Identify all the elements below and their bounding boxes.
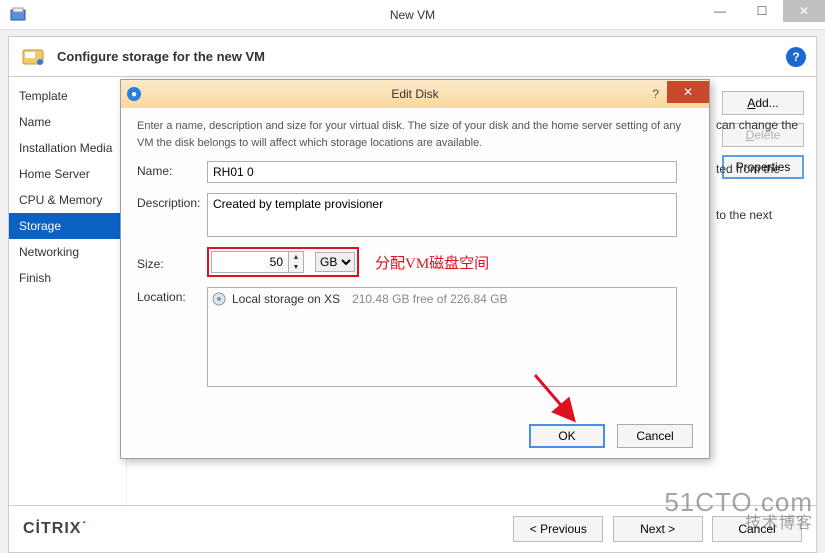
maximize-button[interactable]: ☐ [741, 0, 783, 22]
location-name: Local storage on XS [232, 292, 340, 306]
ok-button[interactable]: OK [529, 424, 605, 448]
previous-button[interactable]: < Previous [513, 516, 603, 542]
add-button[interactable]: Add... [722, 91, 804, 115]
sidebar-item-networking[interactable]: Networking [9, 239, 126, 265]
location-listbox[interactable]: Local storage on XS 210.48 GB free of 22… [207, 287, 677, 387]
dialog-cancel-button[interactable]: Cancel [617, 424, 693, 448]
window-titlebar: New VM — ☐ ✕ [0, 0, 825, 30]
dialog-close-button[interactable]: ✕ [667, 81, 709, 103]
spinner-up-icon[interactable]: ▲ [289, 252, 303, 262]
size-label: Size: [137, 254, 207, 271]
hint-fragment: ted from the [716, 162, 780, 176]
dialog-icon: ● [127, 87, 141, 101]
next-button[interactable]: Next > [613, 516, 703, 542]
cancel-button[interactable]: Cancel [712, 516, 802, 542]
storage-icon [19, 43, 47, 71]
location-label: Location: [137, 287, 207, 304]
name-label: Name: [137, 161, 207, 178]
location-free-space: 210.48 GB free of 226.84 GB [352, 292, 507, 306]
dialog-help-icon[interactable]: ? [652, 87, 659, 101]
sidebar-item-name[interactable]: Name [9, 109, 126, 135]
description-input[interactable]: Created by template provisioner [207, 193, 677, 237]
annotation-text: 分配VM磁盘空间 [375, 252, 489, 273]
name-input[interactable] [207, 161, 677, 183]
sidebar-item-template[interactable]: Template [9, 83, 126, 109]
spinner-down-icon[interactable]: ▼ [289, 262, 303, 272]
dialog-title: Edit Disk [121, 87, 709, 101]
dialog-titlebar: ● Edit Disk ? ✕ [121, 80, 709, 108]
disk-icon [212, 292, 226, 306]
size-highlight-box: ▲ ▼ GB [207, 247, 359, 277]
size-unit-select[interactable]: GB [315, 252, 355, 272]
sidebar-item-home-server[interactable]: Home Server [9, 161, 126, 187]
sidebar-item-installation-media[interactable]: Installation Media [9, 135, 126, 161]
size-spinner[interactable]: ▲ ▼ [211, 251, 311, 273]
wizard-footer: CİTRIX˙ < Previous Next > Cancel [8, 506, 817, 553]
description-label: Description: [137, 193, 207, 210]
help-icon[interactable]: ? [786, 47, 806, 67]
hint-fragment: can change the [716, 118, 798, 132]
wizard-header: Configure storage for the new VM ? [8, 36, 817, 76]
dialog-instructions: Enter a name, description and size for y… [137, 118, 693, 151]
location-item[interactable]: Local storage on XS 210.48 GB free of 22… [212, 292, 672, 306]
edit-disk-dialog: ● Edit Disk ? ✕ Enter a name, descriptio… [120, 79, 710, 459]
wizard-title: Configure storage for the new VM [57, 49, 265, 64]
sidebar-item-finish[interactable]: Finish [9, 265, 126, 291]
citrix-logo: CİTRIX˙ [23, 520, 88, 538]
minimize-button[interactable]: — [699, 0, 741, 22]
wizard-steps-sidebar: Template Name Installation Media Home Se… [9, 77, 127, 505]
size-input[interactable] [211, 251, 289, 273]
sidebar-item-cpu-memory[interactable]: CPU & Memory [9, 187, 126, 213]
hint-fragment: to the next [716, 208, 772, 222]
sidebar-item-storage[interactable]: Storage [9, 213, 126, 239]
app-icon [6, 3, 30, 27]
storage-action-panel: Add... Delete Properties [722, 77, 816, 505]
close-button[interactable]: ✕ [783, 0, 825, 22]
